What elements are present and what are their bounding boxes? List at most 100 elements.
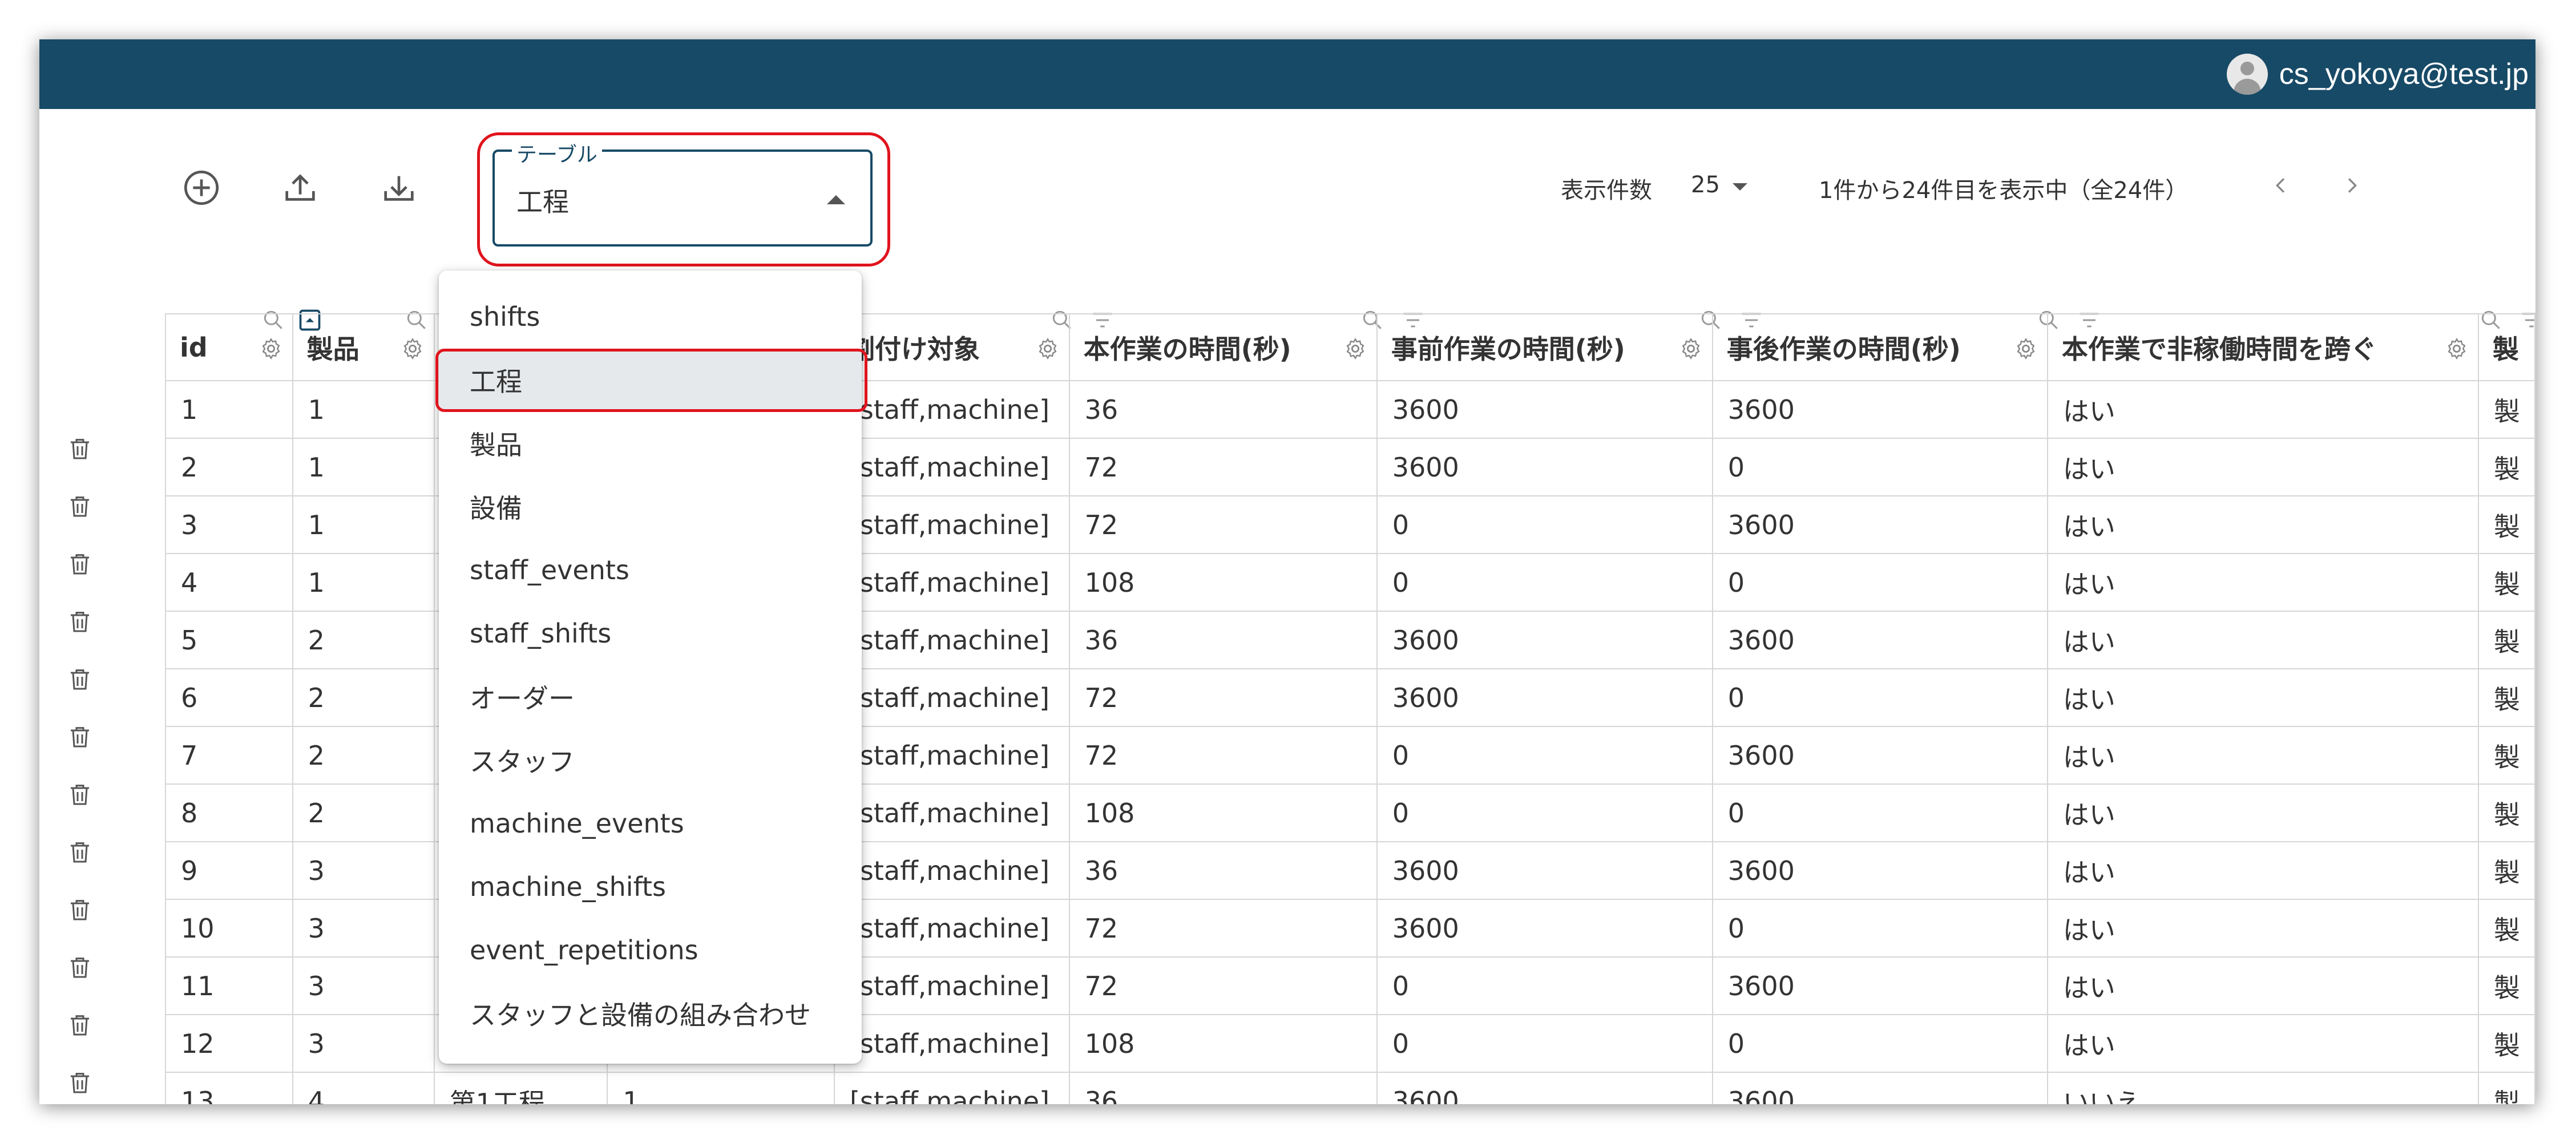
table-cell[interactable]: はい bbox=[2046, 553, 2479, 612]
table-cell[interactable]: 製 bbox=[2477, 1014, 2535, 1073]
table-cell[interactable]: 11 bbox=[165, 956, 293, 1015]
table-cell[interactable]: 製 bbox=[2477, 899, 2535, 958]
table-cell[interactable]: 108 bbox=[1068, 1014, 1378, 1073]
table-cell[interactable]: 13 bbox=[165, 1072, 293, 1104]
table-cell[interactable]: 1 bbox=[292, 380, 435, 439]
table-cell[interactable]: 3 bbox=[292, 1014, 435, 1073]
gear-icon[interactable] bbox=[1036, 336, 1060, 360]
table-cell[interactable]: 8 bbox=[165, 783, 293, 842]
table-cell[interactable]: [staff,machine] bbox=[833, 783, 1070, 842]
trash-icon[interactable] bbox=[66, 781, 94, 809]
column-header[interactable]: 本作業で非稼働時間を跨ぐ bbox=[2046, 313, 2479, 381]
table-cell[interactable]: 3600 bbox=[1711, 956, 2048, 1015]
table-cell[interactable]: 3600 bbox=[1376, 611, 1713, 669]
table-cell[interactable]: 3600 bbox=[1376, 841, 1713, 900]
table-cell[interactable]: はい bbox=[2046, 380, 2479, 439]
table-cell[interactable]: 72 bbox=[1068, 438, 1378, 496]
column-header[interactable]: 製品 bbox=[292, 313, 435, 381]
table-cell[interactable]: 0 bbox=[1376, 726, 1713, 785]
column-header[interactable]: id bbox=[165, 313, 293, 381]
table-cell[interactable]: はい bbox=[2046, 726, 2479, 785]
table-cell[interactable]: 1 bbox=[292, 438, 435, 496]
table-cell[interactable]: 1 bbox=[165, 380, 293, 439]
table-cell[interactable]: はい bbox=[2046, 956, 2479, 1015]
table-cell[interactable]: 9 bbox=[165, 841, 293, 900]
table-cell[interactable]: 2 bbox=[292, 783, 435, 842]
next-page-button[interactable] bbox=[2335, 168, 2369, 203]
table-cell[interactable]: 72 bbox=[1068, 668, 1378, 727]
table-cell[interactable]: [staff,machine] bbox=[833, 956, 1070, 1015]
gear-icon[interactable] bbox=[401, 336, 425, 360]
trash-icon[interactable] bbox=[66, 493, 94, 520]
table-cell[interactable]: 製 bbox=[2477, 438, 2535, 496]
table-cell[interactable]: はい bbox=[2046, 438, 2479, 496]
table-cell[interactable]: 4 bbox=[165, 553, 293, 612]
table-cell[interactable]: 2 bbox=[292, 611, 435, 669]
table-cell[interactable]: 0 bbox=[1376, 553, 1713, 612]
table-cell[interactable]: 72 bbox=[1068, 495, 1378, 554]
table-cell[interactable]: 製 bbox=[2477, 1072, 2535, 1104]
table-cell[interactable]: はい bbox=[2046, 1014, 2479, 1073]
table-cell[interactable]: 36 bbox=[1068, 611, 1378, 669]
table-cell[interactable]: 3 bbox=[165, 495, 293, 554]
table-cell[interactable]: 36 bbox=[1068, 841, 1378, 900]
trash-icon[interactable] bbox=[66, 839, 94, 866]
dropdown-option[interactable]: shifts bbox=[439, 285, 862, 348]
trash-icon[interactable] bbox=[66, 1012, 94, 1039]
gear-icon[interactable] bbox=[259, 336, 283, 360]
gear-icon[interactable] bbox=[1343, 336, 1367, 360]
dropdown-option[interactable]: staff_shifts bbox=[439, 602, 862, 665]
dropdown-option[interactable]: スタッフと設備の組み合わせ bbox=[439, 982, 862, 1045]
table-cell[interactable]: 3600 bbox=[1376, 899, 1713, 958]
column-header[interactable]: 事後作業の時間(秒) bbox=[1711, 313, 2048, 381]
table-cell[interactable]: 2 bbox=[165, 438, 293, 496]
table-cell[interactable]: はい bbox=[2046, 668, 2479, 727]
table-select[interactable]: テーブル 工程 bbox=[492, 138, 873, 247]
table-cell[interactable]: はい bbox=[2046, 899, 2479, 958]
table-cell[interactable]: はい bbox=[2046, 611, 2479, 669]
dropdown-option[interactable]: staff_events bbox=[439, 539, 862, 601]
table-cell[interactable]: 3 bbox=[292, 841, 435, 900]
table-cell[interactable]: 製 bbox=[2477, 783, 2535, 842]
user-menu[interactable]: cs_yokoya@test.jp bbox=[2226, 50, 2529, 99]
table-row[interactable]: 13 4 第1工程 1 [staff,machine] 36 3600 3600 いいえ製 bbox=[165, 1072, 2535, 1104]
table-cell[interactable]: 36 bbox=[1068, 1072, 1378, 1104]
table-cell[interactable]: 0 bbox=[1376, 1014, 1713, 1073]
dropdown-option[interactable]: machine_shifts bbox=[439, 855, 862, 918]
table-cell[interactable]: 7 bbox=[165, 726, 293, 785]
table-cell[interactable]: 72 bbox=[1068, 726, 1378, 785]
add-circle-icon[interactable] bbox=[176, 162, 227, 213]
dropdown-option[interactable]: 設備 bbox=[439, 475, 862, 538]
table-cell[interactable]: 0 bbox=[1711, 668, 2048, 727]
upload-icon[interactable] bbox=[274, 162, 326, 213]
dropdown-option[interactable]: 製品 bbox=[439, 412, 862, 475]
table-cell[interactable]: 3600 bbox=[1711, 726, 2048, 785]
table-cell[interactable]: [staff,machine] bbox=[833, 380, 1070, 439]
dropdown-option[interactable]: event_repetitions bbox=[439, 919, 862, 982]
column-header[interactable]: 事前作業の時間(秒) bbox=[1376, 313, 1713, 381]
table-cell[interactable]: はい bbox=[2046, 783, 2479, 842]
download-icon[interactable] bbox=[373, 162, 425, 213]
table-cell[interactable]: 3600 bbox=[1711, 1072, 2048, 1104]
table-cell[interactable]: 36 bbox=[1068, 380, 1378, 439]
column-header[interactable]: 製 bbox=[2477, 313, 2535, 381]
table-cell[interactable]: [staff,machine] bbox=[833, 438, 1070, 496]
table-cell[interactable]: 3600 bbox=[1711, 841, 2048, 900]
table-cell[interactable]: 製 bbox=[2477, 956, 2535, 1015]
table-cell[interactable]: [staff,machine] bbox=[833, 726, 1070, 785]
column-header[interactable]: 本作業の時間(秒) bbox=[1068, 313, 1378, 381]
table-cell[interactable]: [staff,machine] bbox=[833, 899, 1070, 958]
rows-per-page-select[interactable]: 25 bbox=[1691, 172, 1720, 198]
caret-down-icon[interactable] bbox=[1733, 183, 1747, 191]
table-cell[interactable]: 5 bbox=[165, 611, 293, 669]
previous-page-button[interactable] bbox=[2264, 168, 2298, 203]
table-cell[interactable]: はい bbox=[2046, 495, 2479, 554]
table-cell[interactable]: はい bbox=[2046, 841, 2479, 900]
table-cell[interactable]: [staff,machine] bbox=[833, 553, 1070, 612]
table-cell[interactable]: 10 bbox=[165, 899, 293, 958]
table-cell[interactable]: 0 bbox=[1711, 438, 2048, 496]
table-cell[interactable]: 製 bbox=[2477, 495, 2535, 554]
table-cell[interactable]: 0 bbox=[1376, 783, 1713, 842]
gear-icon[interactable] bbox=[2445, 336, 2469, 360]
table-cell[interactable]: 1 bbox=[292, 553, 435, 612]
